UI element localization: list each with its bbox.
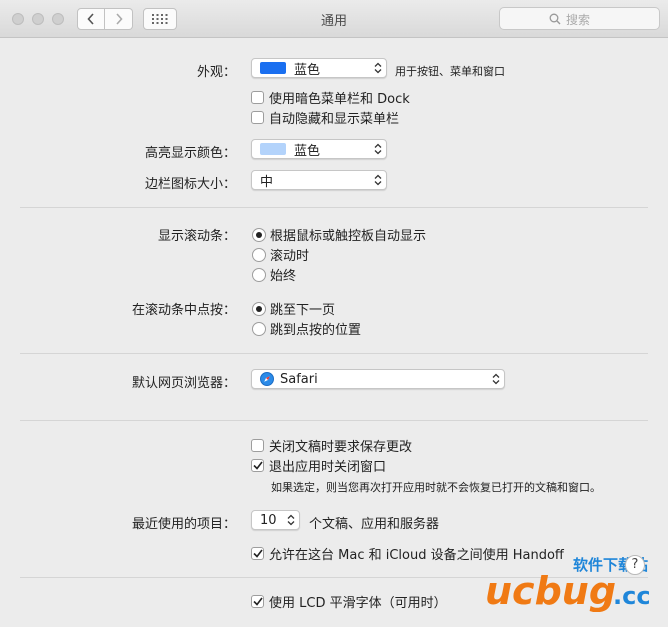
separator xyxy=(20,577,648,578)
radio-button xyxy=(252,267,266,282)
updown-arrows-icon xyxy=(374,143,382,155)
appearance-note: 用于按钮、菜单和窗口 xyxy=(395,65,505,78)
updown-arrows-icon xyxy=(374,174,382,186)
appearance-popup[interactable]: 蓝色 xyxy=(251,58,387,78)
sidebar-size-popup[interactable]: 中 xyxy=(251,170,387,190)
safari-icon xyxy=(260,372,274,386)
checkmark-icon xyxy=(252,549,263,558)
separator xyxy=(20,353,648,354)
grid-icon xyxy=(152,14,168,24)
close-windows-label: 退出应用时关闭窗口 xyxy=(269,460,387,475)
browser-label: 默认网页浏览器： xyxy=(131,376,236,391)
click-option-next-page[interactable]: 跳至下一页 xyxy=(252,299,335,318)
separator xyxy=(20,207,648,208)
radio-button xyxy=(252,227,266,242)
radio-button xyxy=(252,301,266,316)
help-button[interactable]: ? xyxy=(625,555,645,575)
scrollbars-label: 显示滚动条： xyxy=(157,229,236,244)
scrollbars-option-always[interactable]: 始终 xyxy=(252,265,296,284)
recent-items-suffix: 个文稿、应用和服务器 xyxy=(309,517,440,532)
checkmark-icon xyxy=(252,461,263,470)
dark-menu-checkbox[interactable]: 使用暗色菜单栏和 Dock xyxy=(251,88,410,107)
checkmark-icon xyxy=(252,597,263,606)
click-scrollbar-label: 在滚动条中点按： xyxy=(131,303,236,318)
handoff-label: 允许在这台 Mac 和 iCloud 设备之间使用 Handoff xyxy=(269,548,564,563)
title-bar: 通用 搜索 xyxy=(0,0,668,38)
highlight-value: 蓝色 xyxy=(294,143,321,159)
sidebar-size-label: 边栏图标大小： xyxy=(144,177,236,192)
radio-button xyxy=(252,247,266,262)
checkbox-box xyxy=(251,459,264,472)
lcd-smoothing-checkbox[interactable]: 使用 LCD 平滑字体（可用时） xyxy=(251,592,447,611)
back-button[interactable] xyxy=(77,8,105,30)
click-option-label: 跳到点按的位置 xyxy=(270,323,362,338)
auto-hide-menu-label: 自动隐藏和显示菜单栏 xyxy=(269,112,400,127)
auto-hide-menu-checkbox[interactable]: 自动隐藏和显示菜单栏 xyxy=(251,108,399,127)
checkbox-box xyxy=(251,111,264,124)
highlight-label: 高亮显示颜色： xyxy=(144,146,236,161)
appearance-value: 蓝色 xyxy=(294,62,321,78)
browser-popup[interactable]: Safari xyxy=(251,369,505,389)
appearance-label: 外观： xyxy=(196,65,236,80)
checkbox-box xyxy=(251,595,264,608)
updown-arrows-icon xyxy=(287,514,295,526)
recent-items-value: 10 xyxy=(260,512,277,528)
forward-button[interactable] xyxy=(105,8,133,30)
dark-menu-label: 使用暗色菜单栏和 Dock xyxy=(269,92,410,107)
highlight-popup[interactable]: 蓝色 xyxy=(251,139,387,159)
scrollbars-option-label: 始终 xyxy=(270,269,297,284)
separator xyxy=(20,420,648,421)
zoom-window-button[interactable] xyxy=(52,13,64,25)
checkbox-box xyxy=(251,439,264,452)
show-all-button[interactable] xyxy=(143,8,177,30)
chevron-right-icon xyxy=(115,13,123,25)
appearance-swatch xyxy=(260,62,286,74)
general-pane: 外观： 蓝色 用于按钮、菜单和窗口 使用暗色菜单栏和 Dock 自动隐藏和显示菜… xyxy=(0,38,668,627)
search-icon xyxy=(549,13,561,25)
chevron-left-icon xyxy=(87,13,94,25)
ask-save-label: 关闭文稿时要求保存更改 xyxy=(269,440,413,455)
recent-items-label: 最近使用的项目： xyxy=(131,517,236,532)
lcd-smoothing-label: 使用 LCD 平滑字体（可用时） xyxy=(269,596,447,611)
highlight-swatch xyxy=(260,143,286,155)
scrollbars-option-scrolling[interactable]: 滚动时 xyxy=(252,245,309,264)
checkbox-box xyxy=(251,91,264,104)
scrollbars-option-label: 滚动时 xyxy=(270,249,310,264)
browser-value: Safari xyxy=(280,371,318,387)
click-option-jump-spot[interactable]: 跳到点按的位置 xyxy=(252,319,361,338)
checkbox-box xyxy=(251,547,264,560)
ask-save-checkbox[interactable]: 关闭文稿时要求保存更改 xyxy=(251,436,412,455)
updown-arrows-icon xyxy=(492,373,500,385)
close-windows-checkbox[interactable]: 退出应用时关闭窗口 xyxy=(251,456,386,475)
close-window-button[interactable] xyxy=(12,13,24,25)
sidebar-size-value: 中 xyxy=(260,174,274,190)
radio-button xyxy=(252,321,266,336)
minimize-window-button[interactable] xyxy=(32,13,44,25)
recent-items-popup[interactable]: 10 xyxy=(251,510,300,530)
scrollbars-option-auto[interactable]: 根据鼠标或触控板自动显示 xyxy=(252,225,426,244)
search-placeholder: 搜索 xyxy=(566,13,591,27)
scrollbars-option-label: 根据鼠标或触控板自动显示 xyxy=(270,229,427,244)
close-windows-note: 如果选定，则当您再次打开应用时就不会恢复已打开的文稿和窗口。 xyxy=(271,481,601,494)
click-option-label: 跳至下一页 xyxy=(270,303,336,318)
search-field[interactable]: 搜索 xyxy=(499,7,660,30)
handoff-checkbox[interactable]: 允许在这台 Mac 和 iCloud 设备之间使用 Handoff xyxy=(251,544,564,563)
updown-arrows-icon xyxy=(374,62,382,74)
